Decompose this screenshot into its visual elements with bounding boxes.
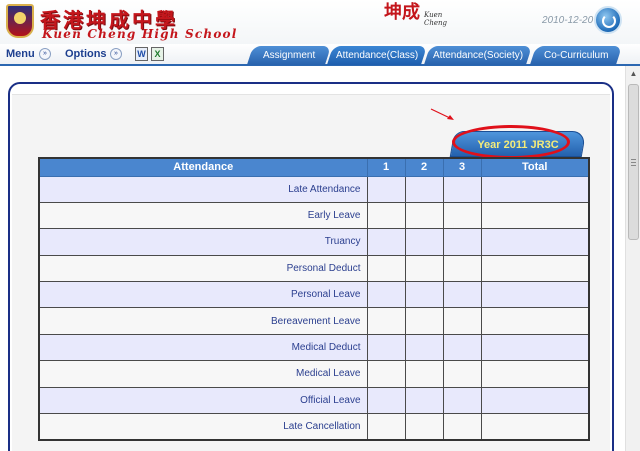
table-cell: [480, 175, 590, 203]
table-cell: [480, 307, 590, 335]
table-cell: [404, 386, 444, 415]
row-label: Personal Leave: [38, 281, 368, 309]
table-cell: [366, 386, 406, 415]
scroll-up-arrow-icon[interactable]: ▲: [628, 68, 639, 80]
table-cell: [480, 386, 590, 415]
table-cell: [366, 413, 406, 441]
table-cell: [404, 201, 444, 230]
table-cell: [442, 228, 482, 256]
red-arrow-icon: [430, 108, 454, 120]
tab-assignment-label: Assignment: [262, 50, 316, 61]
table-cell: [366, 228, 406, 256]
table-row: Truancy: [38, 228, 590, 256]
header-attendance: Attendance: [38, 157, 368, 177]
row-label: Medical Leave: [38, 360, 368, 388]
table-cell: [404, 307, 444, 335]
table-cell: [404, 175, 444, 203]
table-cell: [442, 175, 482, 203]
table-cell: [366, 333, 406, 362]
app-header: 香港坤成中學 Kuen Cheng High School 坤成 Kuen Ch…: [0, 0, 640, 44]
row-label: Medical Deduct: [38, 333, 368, 362]
row-label: Personal Deduct: [38, 254, 368, 283]
table-row: Early Leave: [38, 201, 590, 230]
tab-assignment[interactable]: Assignment: [246, 46, 332, 65]
tab-attendance-class-label: Attendance(Class): [335, 50, 419, 61]
table-cell: [366, 307, 406, 335]
table-row: Medical Leave: [38, 360, 590, 388]
table-cell: [404, 413, 444, 441]
table-row: Late Cancellation: [38, 413, 590, 441]
scrollbar-grip: [631, 165, 636, 166]
menu-chevron-icon[interactable]: »: [39, 48, 51, 60]
table-row: Bereavement Leave: [38, 307, 590, 335]
table-cell: [404, 281, 444, 309]
export-excel-icon[interactable]: X: [151, 47, 164, 61]
scrollbar-grip: [631, 159, 636, 160]
table-cell: [366, 254, 406, 283]
table-row: Late Attendance: [38, 175, 590, 203]
table-cell: [480, 413, 590, 441]
tab-attendance-class[interactable]: Attendance(Class): [326, 46, 428, 65]
vertical-scrollbar[interactable]: ▲: [625, 66, 640, 451]
highlight-circle: [452, 125, 570, 159]
row-label: Bereavement Leave: [38, 307, 368, 335]
table-cell: [480, 201, 590, 230]
tab-attendance-society-label: Attendance(Society): [432, 50, 524, 61]
table-row: Medical Deduct: [38, 333, 590, 362]
school-name-english: Kuen Cheng High School: [42, 27, 238, 41]
table-row: Official Leave: [38, 386, 590, 415]
options-chevron-icon[interactable]: »: [110, 48, 122, 60]
table-cell: [442, 333, 482, 362]
export-word-icon[interactable]: W: [135, 47, 148, 61]
table-cell: [366, 281, 406, 309]
scrollbar-grip: [631, 162, 636, 163]
table-cell: [480, 254, 590, 283]
nav-bar: Menu » Options » W X Assignment Attendan…: [0, 44, 640, 66]
table-cell: [442, 281, 482, 309]
header-period-2: 2: [404, 157, 444, 177]
tab-attendance-society[interactable]: Attendance(Society): [423, 46, 533, 65]
calligraphy-logo-text: 坤成: [384, 2, 420, 23]
table-cell: [366, 175, 406, 203]
calligraphy-logo-subtext: Kuen Cheng: [424, 11, 447, 27]
table-row: Personal Leave: [38, 281, 590, 309]
table-cell: [442, 413, 482, 441]
table-cell: [404, 254, 444, 283]
table-header-row: Attendance 1 2 3 Total: [38, 157, 590, 177]
header-period-3: 3: [442, 157, 482, 177]
current-date: 2010-12-20: [542, 15, 594, 26]
table-cell: [404, 360, 444, 388]
header-period-1: 1: [366, 157, 406, 177]
refresh-icon[interactable]: [594, 6, 622, 34]
tab-co-curriculum-label: Co-Curriculum: [543, 50, 609, 61]
table-cell: [366, 360, 406, 388]
header-total: Total: [480, 157, 590, 177]
scrollbar-thumb[interactable]: [628, 84, 639, 240]
table-cell: [442, 307, 482, 335]
table-cell: [442, 254, 482, 283]
row-label: Late Cancellation: [38, 413, 368, 441]
tab-co-curriculum[interactable]: Co-Curriculum: [529, 46, 623, 65]
table-cell: [480, 228, 590, 256]
table-cell: [404, 228, 444, 256]
school-crest-icon: [6, 4, 34, 38]
table-row: Personal Deduct: [38, 254, 590, 283]
table-cell: [404, 333, 444, 362]
row-label: Late Attendance: [38, 175, 368, 203]
calligraphy-logo: 坤成 Kuen Cheng: [384, 3, 464, 39]
row-label: Early Leave: [38, 201, 368, 230]
table-cell: [442, 360, 482, 388]
attendance-table: Attendance 1 2 3 Total Late Attendance E…: [38, 157, 590, 441]
table-cell: [442, 201, 482, 230]
options-button[interactable]: Options: [65, 48, 107, 60]
table-cell: [366, 201, 406, 230]
row-label: Truancy: [38, 228, 368, 256]
table-cell: [442, 386, 482, 415]
table-cell: [480, 333, 590, 362]
row-label: Official Leave: [38, 386, 368, 415]
menu-button[interactable]: Menu: [6, 48, 35, 60]
table-cell: [480, 360, 590, 388]
table-cell: [480, 281, 590, 309]
